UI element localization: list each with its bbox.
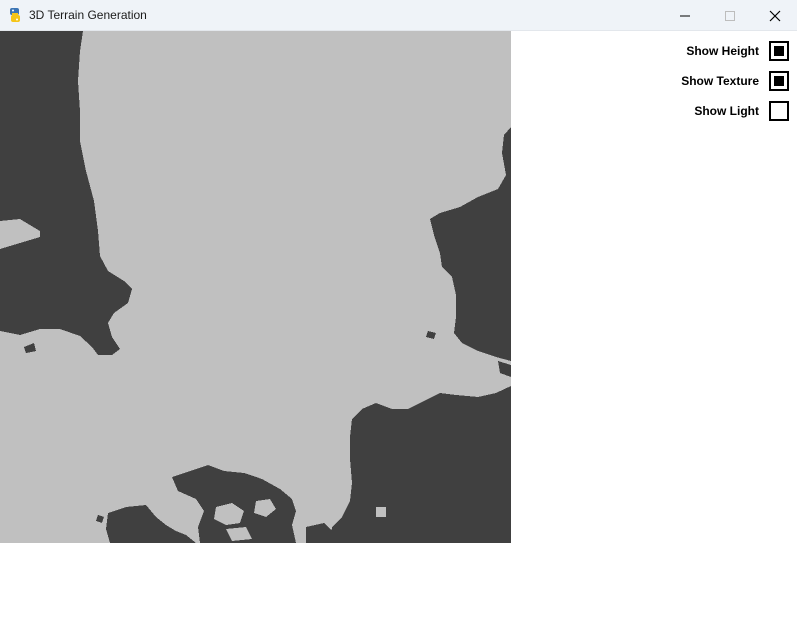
python-logo-icon [10, 8, 20, 22]
show-texture-check-mark [774, 76, 784, 86]
option-show-light[interactable]: Show Light [694, 101, 789, 121]
minimize-button[interactable] [662, 0, 708, 31]
option-show-height[interactable]: Show Height [686, 41, 789, 61]
title-bar: 3D Terrain Generation [0, 0, 797, 31]
terrain-canvas[interactable] [0, 31, 511, 543]
show-height-label: Show Height [686, 44, 759, 58]
terrain-heightmap [0, 31, 511, 543]
show-light-label: Show Light [694, 104, 759, 118]
show-texture-checkbox[interactable] [769, 71, 789, 91]
minimize-icon [680, 15, 690, 16]
maximize-button[interactable] [707, 0, 753, 31]
window-title: 3D Terrain Generation [29, 8, 147, 22]
show-light-checkbox[interactable] [769, 101, 789, 121]
show-height-check-mark [774, 46, 784, 56]
show-texture-label: Show Texture [681, 74, 759, 88]
maximize-icon [725, 10, 735, 21]
close-icon [769, 10, 781, 21]
show-height-checkbox[interactable] [769, 41, 789, 61]
close-button[interactable] [752, 0, 797, 31]
options-panel: Show Height Show Texture Show Light [511, 31, 797, 181]
option-show-texture[interactable]: Show Texture [681, 71, 789, 91]
